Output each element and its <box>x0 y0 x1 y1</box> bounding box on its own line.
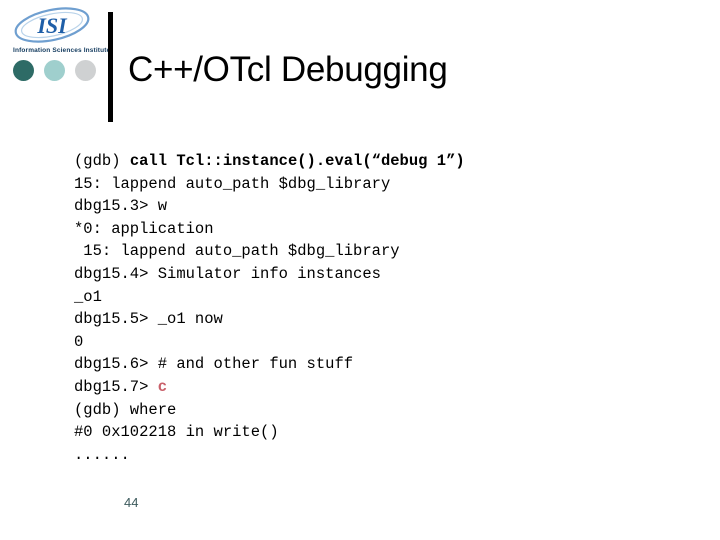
terminal-line-segment: (gdb) <box>74 152 130 170</box>
logo-dots <box>13 60 105 81</box>
isi-logo-icon: ISI <box>10 6 100 46</box>
terminal-line: 0 <box>74 331 674 354</box>
terminal-line-segment: c <box>157 377 168 396</box>
page-number: 44 <box>124 495 139 510</box>
logo-dot-gray <box>75 60 96 81</box>
terminal-line-segment: dbg15.6> # and other fun stuff <box>74 355 354 374</box>
svg-text:ISI: ISI <box>36 13 68 38</box>
terminal-line-segment: *0: application <box>74 219 214 238</box>
terminal-line: 15: lappend auto_path $dbg_library <box>74 173 674 196</box>
terminal-transcript: (gdb) call Tcl::instance().eval(“debug 1… <box>74 150 674 466</box>
terminal-line: _o1 <box>74 286 674 309</box>
terminal-line-segment: 15: lappend auto_path $dbg_library <box>74 174 391 193</box>
terminal-line: dbg15.3> w <box>74 195 674 218</box>
terminal-line-segment: dbg15.4> Simulator info instances <box>74 264 381 283</box>
terminal-line: 15: lappend auto_path $dbg_library <box>74 240 674 263</box>
terminal-line: *0: application <box>74 218 674 241</box>
terminal-line: dbg15.5> _o1 now <box>74 308 674 331</box>
logo-dot-dark <box>13 60 34 81</box>
isi-logo-caption: Information Sciences Institute <box>13 47 111 54</box>
terminal-line-segment: dbg15.5> _o1 now <box>74 310 223 329</box>
slide-title: C++/OTcl Debugging <box>128 50 448 89</box>
terminal-line: dbg15.6> # and other fun stuff <box>74 353 674 376</box>
terminal-line-segment: 0 <box>74 332 84 351</box>
terminal-line: #0 0x102218 in write() <box>74 421 674 444</box>
isi-logo: ISI Information Sciences Institute <box>10 6 111 91</box>
terminal-line: (gdb) call Tcl::instance().eval(“debug 1… <box>74 150 674 173</box>
terminal-line-segment: 15: lappend auto_path $dbg_library <box>74 242 400 261</box>
logo-dot-light <box>44 60 65 81</box>
terminal-line-segment: _o1 <box>74 287 102 306</box>
terminal-line-segment: dbg15.3> w <box>74 197 168 216</box>
terminal-line-segment: call Tcl::instance().eval(“debug 1”) <box>129 152 465 170</box>
terminal-line: ...... <box>74 444 674 467</box>
terminal-line-segment: ...... <box>74 445 130 464</box>
terminal-line: dbg15.7> c <box>74 376 674 399</box>
terminal-line: dbg15.4> Simulator info instances <box>74 263 674 286</box>
terminal-line-segment: #0 0x102218 in write() <box>74 423 279 442</box>
terminal-line: (gdb) where <box>74 399 674 422</box>
terminal-line-segment: dbg15.7> <box>74 377 158 396</box>
title-divider <box>108 12 113 122</box>
terminal-line-segment: (gdb) where <box>74 400 177 419</box>
slide: ISI Information Sciences Institute C++/O… <box>0 0 720 540</box>
